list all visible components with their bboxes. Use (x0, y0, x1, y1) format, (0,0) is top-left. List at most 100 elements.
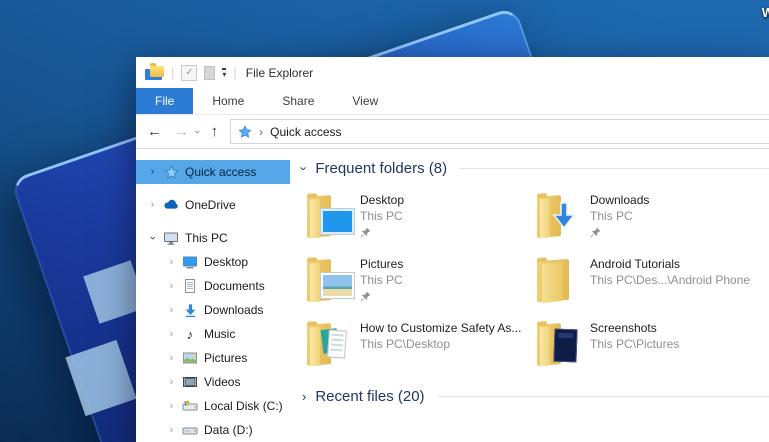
sidebar-item-downloads[interactable]: › Downloads (136, 298, 290, 322)
file-explorer-window: | ✓ ▾ | File Explorer File Home Share Vi… (136, 57, 769, 442)
folder-tile-downloads[interactable]: Downloads This PC (534, 192, 764, 247)
ribbon-tabs: File Home Share View (136, 88, 769, 115)
desktop-monitor-icon (182, 254, 198, 270)
toolbar-separator: | (233, 65, 237, 80)
window-title: File Explorer (245, 65, 314, 80)
folder-name: Desktop (360, 193, 405, 207)
sidebar-item-label: Local Disk (C:) (204, 399, 283, 413)
folder-location: This PC\Des...\Android Phone (590, 273, 751, 287)
tab-file[interactable]: File (136, 88, 194, 114)
title-bar[interactable]: | ✓ ▾ | File Explorer (136, 57, 769, 88)
folder-name: Pictures (360, 257, 404, 271)
folder-tile-android-tutorials[interactable]: Android Tutorials This PC\Des...\Android… (534, 256, 764, 311)
chevron-right-icon[interactable]: › (167, 376, 176, 388)
folder-name: How to Customize Safety As... (360, 321, 522, 335)
sidebar-item-quick-access[interactable]: › Quick access (136, 160, 290, 184)
chevron-right-icon[interactable]: › (167, 328, 176, 340)
screenshot-folder-icon (534, 320, 582, 367)
pin-icon (590, 227, 601, 238)
sidebar-item-label: Videos (204, 375, 241, 389)
sidebar-item-label: Desktop (204, 255, 249, 269)
chevron-down-icon[interactable]: › (147, 234, 159, 243)
downloads-folder-icon (534, 192, 582, 239)
tab-home[interactable]: Home (193, 88, 263, 114)
content-pane: › Frequent folders (8) Desktop This PC D… (290, 149, 769, 442)
sidebar-item-label: Quick access (185, 165, 257, 179)
folder-location: This PC\Pictures (590, 337, 680, 351)
sidebar-item-label: Documents (204, 279, 265, 293)
sidebar-item-music[interactable]: › ♪ Music (136, 322, 290, 346)
chevron-right-icon[interactable]: › (148, 166, 157, 178)
folder-name: Android Tutorials (590, 257, 681, 271)
tab-share[interactable]: Share (263, 88, 333, 114)
download-arrow-icon (552, 202, 576, 230)
sidebar-item-data-d[interactable]: › Data (D:) (136, 418, 290, 442)
quick-access-star-icon (238, 124, 252, 138)
pin-icon (360, 227, 371, 238)
sidebar-item-label: OneDrive (185, 198, 236, 212)
chevron-right-icon[interactable]: › (167, 256, 176, 268)
forward-button[interactable]: → (174, 124, 189, 139)
folder-tile-how-to-customize[interactable]: How to Customize Safety As... This PC\De… (304, 320, 534, 375)
folder-tile-screenshots[interactable]: Screenshots This PC\Pictures (534, 320, 764, 375)
breadcrumb[interactable]: Quick access (270, 125, 341, 139)
up-button[interactable]: ↑ (211, 124, 219, 139)
sidebar-item-desktop[interactable]: › Desktop (136, 250, 290, 274)
folder-name: Downloads (590, 193, 650, 207)
folder-location: This PC (590, 209, 633, 223)
group-header-label: Recent files (20) (315, 387, 425, 405)
breadcrumb-chevron-icon[interactable]: › (259, 125, 263, 139)
sidebar-item-label: Music (204, 327, 236, 341)
desktop-watermark: W (761, 5, 769, 20)
film-strip-icon (182, 374, 198, 390)
group-header-label: Frequent folders (8) (315, 159, 448, 177)
sidebar-item-label: Data (D:) (204, 423, 253, 437)
folder-tile-pictures[interactable]: Pictures This PC (304, 256, 534, 311)
toolbar-separator: | (171, 65, 175, 80)
folder-location: This PC\Desktop (360, 337, 451, 351)
chevron-right-icon[interactable]: › (167, 424, 176, 436)
sidebar-item-this-pc[interactable]: › This PC (136, 226, 290, 250)
picture-icon (182, 350, 198, 366)
back-button[interactable]: ← (147, 124, 162, 139)
window-body: › Quick access › OneDrive › This PC › De… (136, 149, 769, 442)
folder-tile-desktop[interactable]: Desktop This PC (304, 192, 534, 247)
sidebar-item-label: This PC (185, 231, 228, 245)
properties-icon[interactable]: ✓ (181, 64, 198, 81)
music-note-icon: ♪ (186, 326, 194, 342)
pictures-folder-icon (304, 256, 354, 303)
sidebar-item-videos[interactable]: › Videos (136, 370, 290, 394)
folder-location: This PC (360, 273, 403, 287)
onedrive-cloud-icon (163, 197, 179, 213)
file-explorer-icon (145, 63, 164, 80)
address-box[interactable]: › Quick access (230, 119, 769, 144)
chevron-right-icon[interactable]: › (302, 389, 306, 404)
folder-name: Screenshots (590, 321, 657, 335)
pin-icon (360, 291, 371, 302)
header-rule (437, 395, 769, 397)
address-bar: ← → › ↑ › Quick access (136, 115, 769, 149)
chevron-down-icon[interactable]: › (297, 166, 312, 170)
chevron-right-icon[interactable]: › (167, 304, 176, 316)
sidebar-item-onedrive[interactable]: › OneDrive (136, 193, 290, 217)
document-icon (182, 278, 198, 294)
folder-location: This PC (360, 209, 403, 223)
new-folder-icon[interactable] (204, 65, 216, 80)
chevron-right-icon[interactable]: › (167, 280, 176, 292)
frequent-folders-grid: Desktop This PC Downloads This PC Pictur… (304, 192, 769, 375)
sidebar-item-pictures[interactable]: › Pictures (136, 346, 290, 370)
tab-view[interactable]: View (333, 88, 397, 114)
chevron-right-icon[interactable]: › (148, 199, 157, 211)
frequent-folders-header[interactable]: › Frequent folders (8) (297, 157, 769, 179)
chevron-right-icon[interactable]: › (167, 400, 176, 412)
sidebar-item-label: Pictures (204, 351, 248, 365)
recent-locations-dropdown-icon[interactable]: › (191, 130, 203, 134)
data-drive-icon (182, 422, 198, 438)
this-pc-monitor-icon (163, 230, 179, 246)
recent-files-header[interactable]: › Recent files (20) (302, 385, 769, 407)
system-drive-icon (182, 398, 198, 414)
sidebar-item-local-disk-c[interactable]: › Local Disk (C:) (136, 394, 290, 418)
chevron-right-icon[interactable]: › (167, 352, 176, 364)
sidebar-item-documents[interactable]: › Documents (136, 274, 290, 298)
qat-dropdown-icon[interactable]: ▾ (222, 67, 227, 78)
